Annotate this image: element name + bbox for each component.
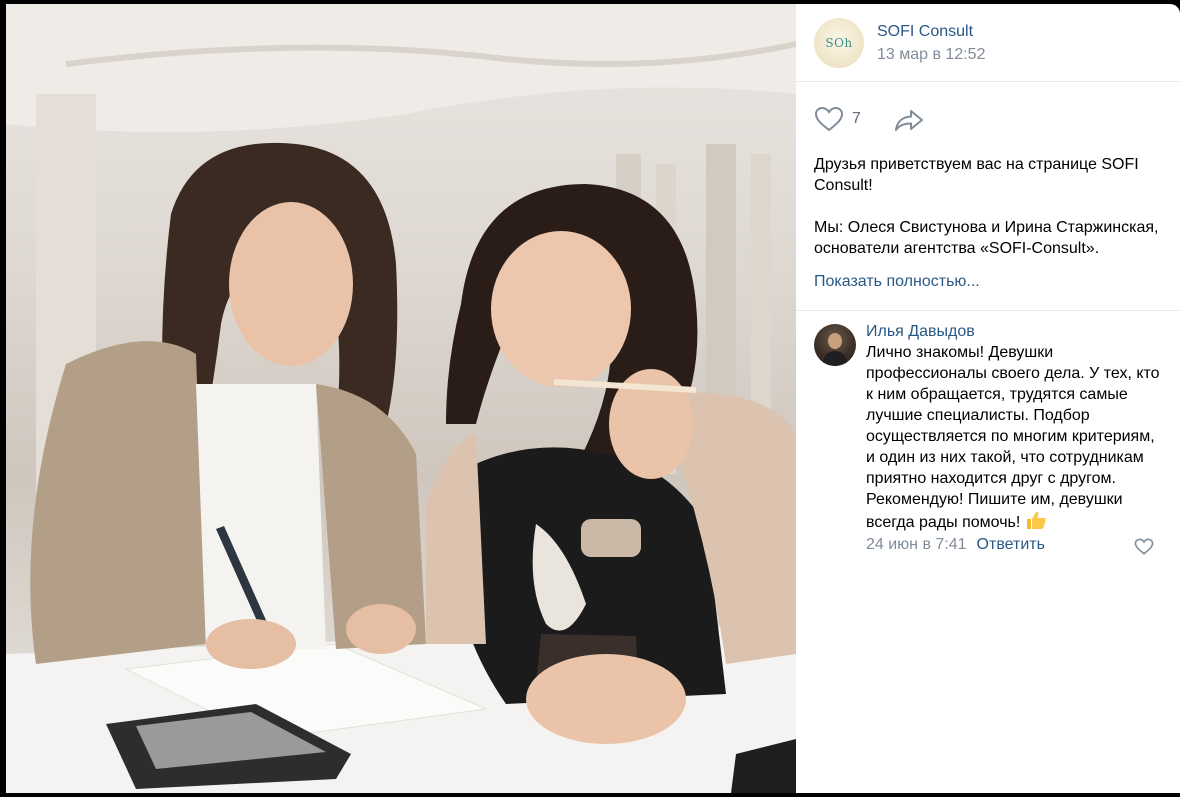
community-avatar[interactable]: SOh — [814, 18, 864, 68]
share-button[interactable] — [894, 108, 924, 137]
community-logo-text: SOh — [825, 36, 853, 50]
avatar-photo — [822, 333, 848, 366]
like-button[interactable]: 7 — [814, 106, 861, 132]
photo-illustration — [6, 4, 796, 793]
commenter-avatar[interactable] — [814, 324, 856, 366]
comment-author[interactable]: Илья Давыдов — [866, 321, 1162, 342]
post-header: SOh SOFI Consult 13 мар в 12:52 — [796, 4, 1180, 82]
like-count: 7 — [852, 110, 861, 127]
heart-icon — [814, 106, 844, 132]
thumbs-up-icon — [1026, 511, 1046, 529]
reply-link[interactable]: Ответить — [977, 536, 1045, 553]
comment-text: Лично знакомы! Девушки профессионалы сво… — [866, 342, 1162, 533]
post-date[interactable]: 13 мар в 12:52 — [877, 46, 985, 64]
comment-body: Лично знакомы! Девушки профессионалы сво… — [866, 344, 1160, 531]
show-more-link[interactable]: Показать полностью... — [796, 273, 1180, 291]
post-text: Друзья приветствуем вас на странице SOFI… — [814, 156, 1159, 257]
comment-like-button[interactable] — [1134, 538, 1154, 561]
post-actions: 7 — [796, 82, 1180, 148]
heart-icon — [1134, 538, 1154, 555]
comment-item: Илья Давыдов Лично знакомы! Девушки проф… — [796, 311, 1180, 555]
comment-footer: 24 июн в 7:41 Ответить — [866, 534, 1162, 555]
comment-date[interactable]: 24 июн в 7:41 — [866, 536, 967, 553]
post-photo[interactable] — [6, 4, 796, 793]
community-name[interactable]: SOFI Consult — [877, 23, 973, 41]
share-arrow-icon — [895, 110, 923, 131]
post-panel: SOh SOFI Consult 13 мар в 12:52 7 Друзья… — [796, 4, 1180, 793]
photo-viewer: SOh SOFI Consult 13 мар в 12:52 7 Друзья… — [0, 0, 1180, 797]
